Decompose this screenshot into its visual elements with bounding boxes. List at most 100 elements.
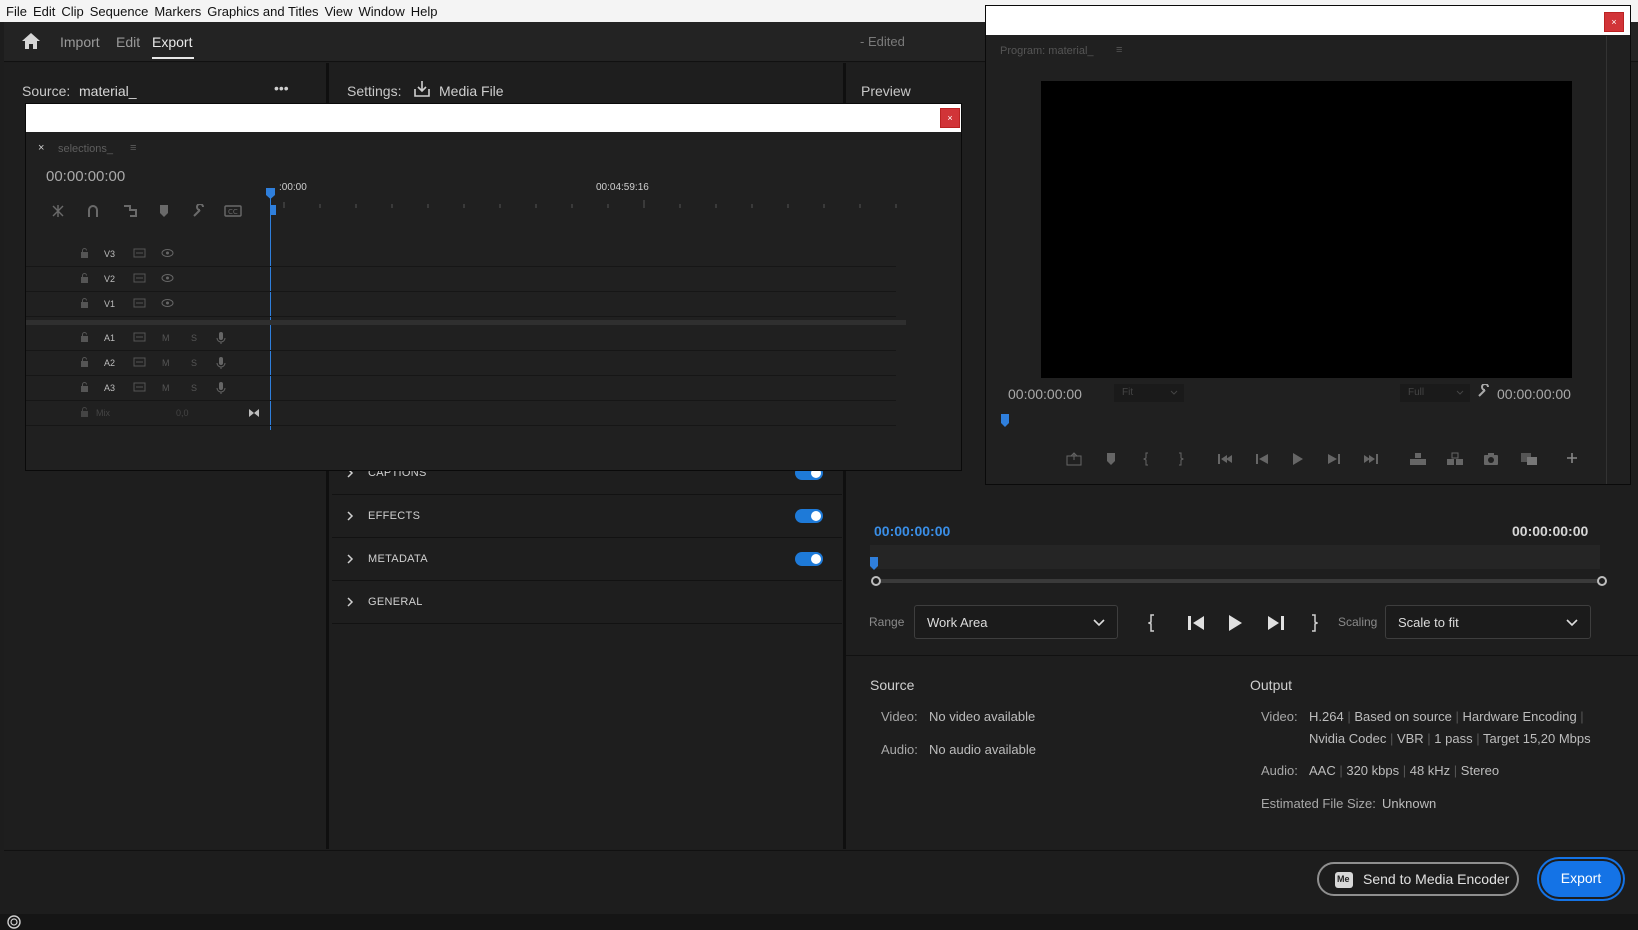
source-more-button[interactable]: ••• xyxy=(274,80,289,96)
go-to-in-icon[interactable] xyxy=(1217,452,1233,466)
add-marker-icon[interactable] xyxy=(1105,452,1117,466)
timeline-tab-menu[interactable]: ≡ xyxy=(130,142,136,154)
lock-icon[interactable] xyxy=(80,407,89,417)
program-playhead-icon[interactable] xyxy=(1001,414,1009,428)
mark-in-icon[interactable] xyxy=(1148,614,1158,632)
settings-target[interactable]: Media File xyxy=(439,83,504,99)
tab-export[interactable]: Export xyxy=(152,34,192,50)
wrench-icon[interactable] xyxy=(192,204,206,218)
solo-button[interactable]: S xyxy=(191,358,197,368)
track-v2[interactable]: V2 xyxy=(26,267,896,292)
settings-wrench-icon[interactable] xyxy=(1477,384,1491,398)
magnet-icon[interactable] xyxy=(86,204,100,218)
program-window-titlebar[interactable] xyxy=(986,6,1630,35)
extract-icon[interactable] xyxy=(1446,452,1464,466)
track-v3[interactable]: V3 xyxy=(26,242,896,267)
mute-button[interactable]: M xyxy=(162,383,170,393)
timeline-close-button[interactable]: × xyxy=(940,108,960,128)
sync-lock-icon[interactable] xyxy=(133,298,146,308)
menu-sequence[interactable]: Sequence xyxy=(90,4,149,19)
home-icon[interactable] xyxy=(21,32,41,50)
menu-graphics[interactable]: Graphics and Titles xyxy=(207,4,318,19)
step-forward-icon[interactable] xyxy=(1327,452,1341,466)
video-audio-divider[interactable] xyxy=(26,320,906,325)
creative-cloud-icon[interactable] xyxy=(6,915,22,929)
menu-edit[interactable]: Edit xyxy=(33,4,55,19)
range-out-handle[interactable] xyxy=(1597,576,1607,586)
mute-button[interactable]: M xyxy=(162,333,170,343)
solo-button[interactable]: S xyxy=(191,333,197,343)
sync-lock-icon[interactable] xyxy=(133,248,146,258)
time-ruler[interactable] xyxy=(276,196,916,210)
play-icon[interactable] xyxy=(1227,614,1243,632)
microphone-icon[interactable] xyxy=(216,381,226,395)
step-forward-icon[interactable] xyxy=(1266,614,1286,632)
timeline-window-titlebar[interactable] xyxy=(26,104,961,132)
mute-button[interactable]: M xyxy=(162,358,170,368)
program-title[interactable]: Program: material_ xyxy=(1000,45,1094,57)
menu-markers[interactable]: Markers xyxy=(154,4,201,19)
eye-icon[interactable] xyxy=(161,273,174,283)
work-area-bar[interactable] xyxy=(876,579,1602,583)
program-menu[interactable]: ≡ xyxy=(1116,44,1122,56)
go-to-out-icon[interactable] xyxy=(1363,452,1379,466)
lift-icon[interactable] xyxy=(1409,452,1427,466)
preview-current-timecode[interactable]: 00:00:00:00 xyxy=(874,523,950,539)
step-back-icon[interactable] xyxy=(1255,452,1269,466)
sync-lock-icon[interactable] xyxy=(133,332,146,342)
captions-icon[interactable]: CC xyxy=(224,204,242,218)
program-timecode-left[interactable]: 00:00:00:00 xyxy=(1008,386,1082,402)
linked-selection-icon[interactable] xyxy=(122,204,138,218)
track-a2[interactable]: A2 M S xyxy=(26,351,896,376)
section-metadata[interactable]: METADATA xyxy=(332,539,842,581)
export-button[interactable]: Export xyxy=(1541,861,1621,897)
microphone-icon[interactable] xyxy=(216,356,226,370)
sync-lock-icon[interactable] xyxy=(133,382,146,392)
eye-icon[interactable] xyxy=(161,298,174,308)
export-frame-lift-icon[interactable] xyxy=(1066,452,1082,466)
effects-toggle[interactable] xyxy=(795,509,823,523)
mark-out-icon[interactable] xyxy=(1176,452,1184,466)
send-to-media-encoder-button[interactable]: Me Send to Media Encoder xyxy=(1317,862,1519,896)
go-to-end-icon[interactable] xyxy=(248,408,260,418)
lock-icon[interactable] xyxy=(80,357,89,367)
menu-file[interactable]: File xyxy=(6,4,27,19)
comparison-view-icon[interactable] xyxy=(1520,452,1538,466)
mark-out-icon[interactable] xyxy=(1308,614,1318,632)
preview-scrub-area[interactable] xyxy=(870,545,1600,569)
program-video-canvas[interactable] xyxy=(1041,81,1572,378)
track-a1[interactable]: A1 M S xyxy=(26,326,896,351)
eye-icon[interactable] xyxy=(161,248,174,258)
timeline-tab-name[interactable]: selections_ xyxy=(58,143,113,155)
camera-icon[interactable] xyxy=(1483,452,1499,466)
timeline-tab-close[interactable]: × xyxy=(38,142,44,154)
menu-help[interactable]: Help xyxy=(411,4,438,19)
snap-icon[interactable] xyxy=(50,204,66,218)
microphone-icon[interactable] xyxy=(216,331,226,345)
program-close-button[interactable]: × xyxy=(1604,12,1624,32)
timeline-playhead-icon[interactable] xyxy=(266,188,275,200)
sync-lock-icon[interactable] xyxy=(133,273,146,283)
mix-value[interactable]: 0,0 xyxy=(176,408,189,418)
metadata-toggle[interactable] xyxy=(795,552,823,566)
mark-in-icon[interactable] xyxy=(1143,452,1151,466)
quality-dropdown[interactable]: Full xyxy=(1400,384,1470,402)
track-a3[interactable]: A3 M S xyxy=(26,376,896,401)
range-dropdown[interactable]: Work Area xyxy=(914,605,1118,639)
add-marker-icon[interactable] xyxy=(158,204,170,218)
track-mix[interactable]: Mix 0,0 xyxy=(26,401,896,426)
menu-clip[interactable]: Clip xyxy=(61,4,83,19)
tab-edit[interactable]: Edit xyxy=(116,34,140,50)
menu-view[interactable]: View xyxy=(325,4,353,19)
lock-icon[interactable] xyxy=(80,248,89,258)
range-in-handle[interactable] xyxy=(871,576,881,586)
solo-button[interactable]: S xyxy=(191,383,197,393)
fit-dropdown[interactable]: Fit xyxy=(1114,384,1184,402)
lock-icon[interactable] xyxy=(80,298,89,308)
playhead-marker-icon[interactable] xyxy=(870,557,878,571)
section-effects[interactable]: EFFECTS xyxy=(332,496,842,538)
timeline-timecode[interactable]: 00:00:00:00 xyxy=(46,168,125,185)
step-back-icon[interactable] xyxy=(1186,614,1206,632)
add-button-icon[interactable] xyxy=(1566,452,1578,464)
track-v1[interactable]: V1 xyxy=(26,292,896,317)
